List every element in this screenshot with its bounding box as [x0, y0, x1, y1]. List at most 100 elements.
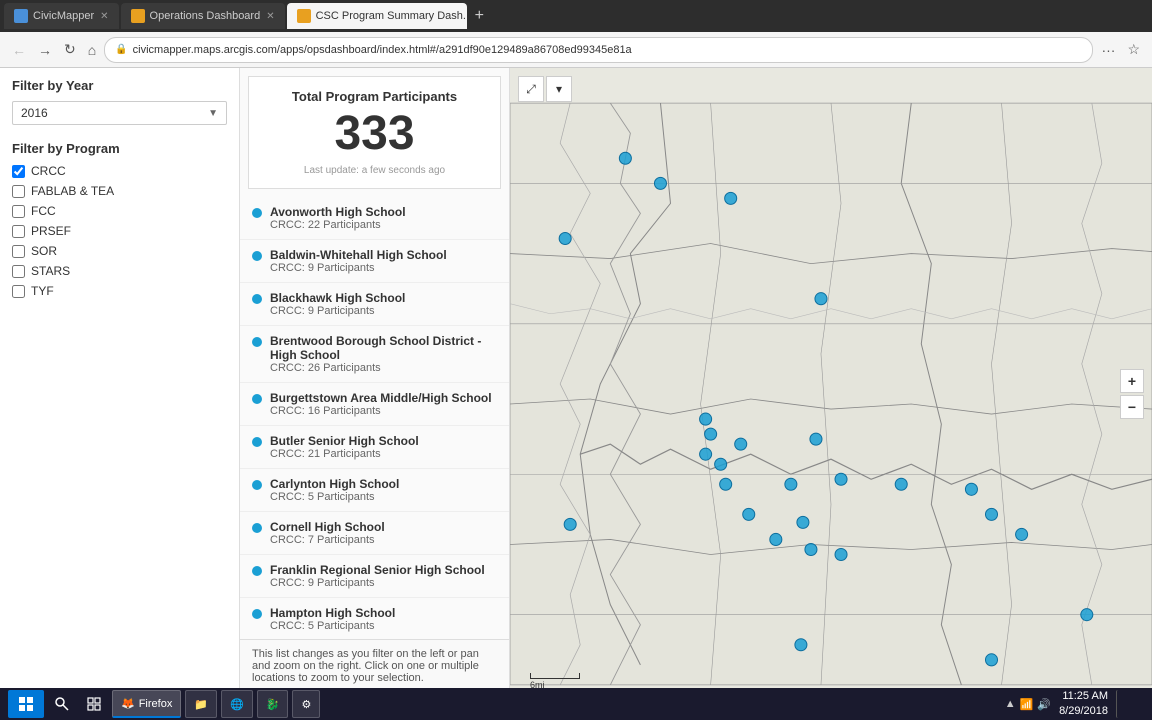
browser-chrome: CivicMapper ✕ Operations Dashboard ✕ CSC… [0, 0, 1152, 68]
program-checkbox-prsef[interactable]: PRSEF [12, 224, 227, 238]
school-dot-icon [252, 251, 262, 261]
refresh-button[interactable]: ↻ [60, 39, 80, 60]
map-dot[interactable] [1016, 528, 1028, 540]
map-dot[interactable] [815, 293, 827, 305]
map-dot[interactable] [965, 483, 977, 495]
checkbox-input-prsef[interactable] [12, 225, 25, 238]
map-dot[interactable] [1081, 609, 1093, 621]
search-taskbar-button[interactable] [48, 690, 76, 718]
map-dot[interactable] [785, 478, 797, 490]
checkbox-input-crcc[interactable] [12, 165, 25, 178]
map-dot[interactable] [835, 548, 847, 560]
program-checkbox-stars[interactable]: STARS [12, 264, 227, 278]
map-dot[interactable] [720, 478, 732, 490]
map-dot[interactable] [985, 508, 997, 520]
map-dot[interactable] [805, 543, 817, 555]
forward-button[interactable]: → [34, 40, 56, 60]
map-dot[interactable] [770, 533, 782, 545]
start-button[interactable] [8, 690, 44, 718]
map-dot[interactable] [895, 478, 907, 490]
map-dot[interactable] [715, 458, 727, 470]
system-tray: ▲ 📶 🔊 [1005, 698, 1051, 711]
dropdown-arrow-icon: ▼ [208, 108, 218, 119]
tab-favicon [131, 9, 145, 23]
map-dot[interactable] [725, 192, 737, 204]
school-info: Hampton High SchoolCRCC: 5 Participants [270, 606, 395, 632]
map-dot[interactable] [743, 508, 755, 520]
map-area[interactable]: ⤢ ▾ + − 6mi [510, 68, 1152, 720]
taskbar-files[interactable]: 📁 [185, 690, 217, 718]
school-list-item[interactable]: Carlynton High SchoolCRCC: 5 Participant… [240, 469, 509, 512]
new-tab-button[interactable]: + [469, 7, 490, 25]
bookmark-button[interactable]: ☆ [1123, 39, 1144, 60]
school-name: Franklin Regional Senior High School [270, 563, 485, 577]
school-list-item[interactable]: Butler Senior High SchoolCRCC: 21 Partic… [240, 426, 509, 469]
map-dot[interactable] [700, 448, 712, 460]
school-list-item[interactable]: Baldwin-Whitehall High SchoolCRCC: 9 Par… [240, 240, 509, 283]
map-dot[interactable] [705, 428, 717, 440]
clock-date: 8/29/2018 [1059, 704, 1108, 719]
map-dot[interactable] [564, 518, 576, 530]
map-expand-button[interactable]: ⤢ [518, 76, 544, 102]
checkbox-input-tyf[interactable] [12, 285, 25, 298]
program-checkbox-crcc[interactable]: CRCC [12, 164, 227, 178]
program-label-crcc: CRCC [31, 164, 66, 178]
map-dot[interactable] [654, 177, 666, 189]
year-dropdown[interactable]: 2016 ▼ [12, 101, 227, 125]
school-participants: CRCC: 16 Participants [270, 405, 492, 417]
checkbox-input-fcc[interactable] [12, 205, 25, 218]
tray-up-icon[interactable]: ▲ [1005, 698, 1016, 710]
taskbar-right: ▲ 📶 🔊 11:25 AM 8/29/2018 [1005, 689, 1144, 720]
program-filter-list: CRCC FABLAB & TEA FCC PRSEF SOR STARS TYF [12, 164, 227, 298]
school-info: Franklin Regional Senior High SchoolCRCC… [270, 563, 485, 589]
checkbox-input-fablab[interactable] [12, 185, 25, 198]
map-dot[interactable] [619, 152, 631, 164]
tab-close-civicmapper[interactable]: ✕ [100, 11, 108, 22]
school-list-item[interactable]: Blackhawk High SchoolCRCC: 9 Participant… [240, 283, 509, 326]
school-list-item[interactable]: Avonworth High SchoolCRCC: 22 Participan… [240, 197, 509, 240]
school-list-item[interactable]: Burgettstown Area Middle/High SchoolCRCC… [240, 383, 509, 426]
map-dot[interactable] [795, 639, 807, 651]
program-checkbox-fablab[interactable]: FABLAB & TEA [12, 184, 227, 198]
address-bar[interactable]: 🔒 civicmapper.maps.arcgis.com/apps/opsda… [104, 37, 1093, 63]
more-button[interactable]: ··· [1097, 39, 1119, 60]
checkbox-input-stars[interactable] [12, 265, 25, 278]
map-settings-button[interactable]: ▾ [546, 76, 572, 102]
zoom-in-button[interactable]: + [1120, 369, 1144, 393]
school-list-item[interactable]: Franklin Regional Senior High SchoolCRCC… [240, 555, 509, 598]
school-info: Burgettstown Area Middle/High SchoolCRCC… [270, 391, 492, 417]
school-list-item[interactable]: Hampton High SchoolCRCC: 5 Participants [240, 598, 509, 639]
map-dot[interactable] [700, 413, 712, 425]
school-list-item[interactable]: Cornell High SchoolCRCC: 7 Participants [240, 512, 509, 555]
map-dot[interactable] [985, 654, 997, 666]
map-dot[interactable] [797, 516, 809, 528]
tab-close-operations[interactable]: ✕ [266, 11, 274, 22]
program-label-stars: STARS [31, 264, 70, 278]
map-dot[interactable] [835, 473, 847, 485]
total-participants-title: Total Program Participants [261, 89, 488, 104]
tab-csc[interactable]: CSC Program Summary Dash... ✕ [287, 3, 467, 29]
zoom-out-button[interactable]: − [1120, 395, 1144, 419]
map-dot[interactable] [810, 433, 822, 445]
tab-civicmapper[interactable]: CivicMapper ✕ [4, 3, 119, 29]
map-svg [510, 68, 1152, 720]
map-dot[interactable] [735, 438, 747, 450]
school-name: Butler Senior High School [270, 434, 419, 448]
tab-operations[interactable]: Operations Dashboard ✕ [121, 3, 285, 29]
task-view-button[interactable] [80, 690, 108, 718]
show-desktop-button[interactable] [1116, 690, 1144, 718]
school-list-item[interactable]: Brentwood Borough School District - High… [240, 326, 509, 383]
program-checkbox-tyf[interactable]: TYF [12, 284, 227, 298]
program-checkbox-sor[interactable]: SOR [12, 244, 227, 258]
school-participants: CRCC: 9 Participants [270, 305, 405, 317]
home-button[interactable]: ⌂ [84, 40, 100, 60]
taskbar-app3[interactable]: ⚙ [292, 690, 320, 718]
back-button[interactable]: ← [8, 40, 30, 60]
checkbox-input-sor[interactable] [12, 245, 25, 258]
program-checkbox-fcc[interactable]: FCC [12, 204, 227, 218]
clock[interactable]: 11:25 AM 8/29/2018 [1059, 689, 1108, 720]
taskbar-firefox[interactable]: 🦊 Firefox [112, 690, 181, 718]
taskbar-app1[interactable]: 🌐 [221, 690, 253, 718]
taskbar-app2[interactable]: 🐉 [257, 690, 289, 718]
map-dot[interactable] [559, 232, 571, 244]
